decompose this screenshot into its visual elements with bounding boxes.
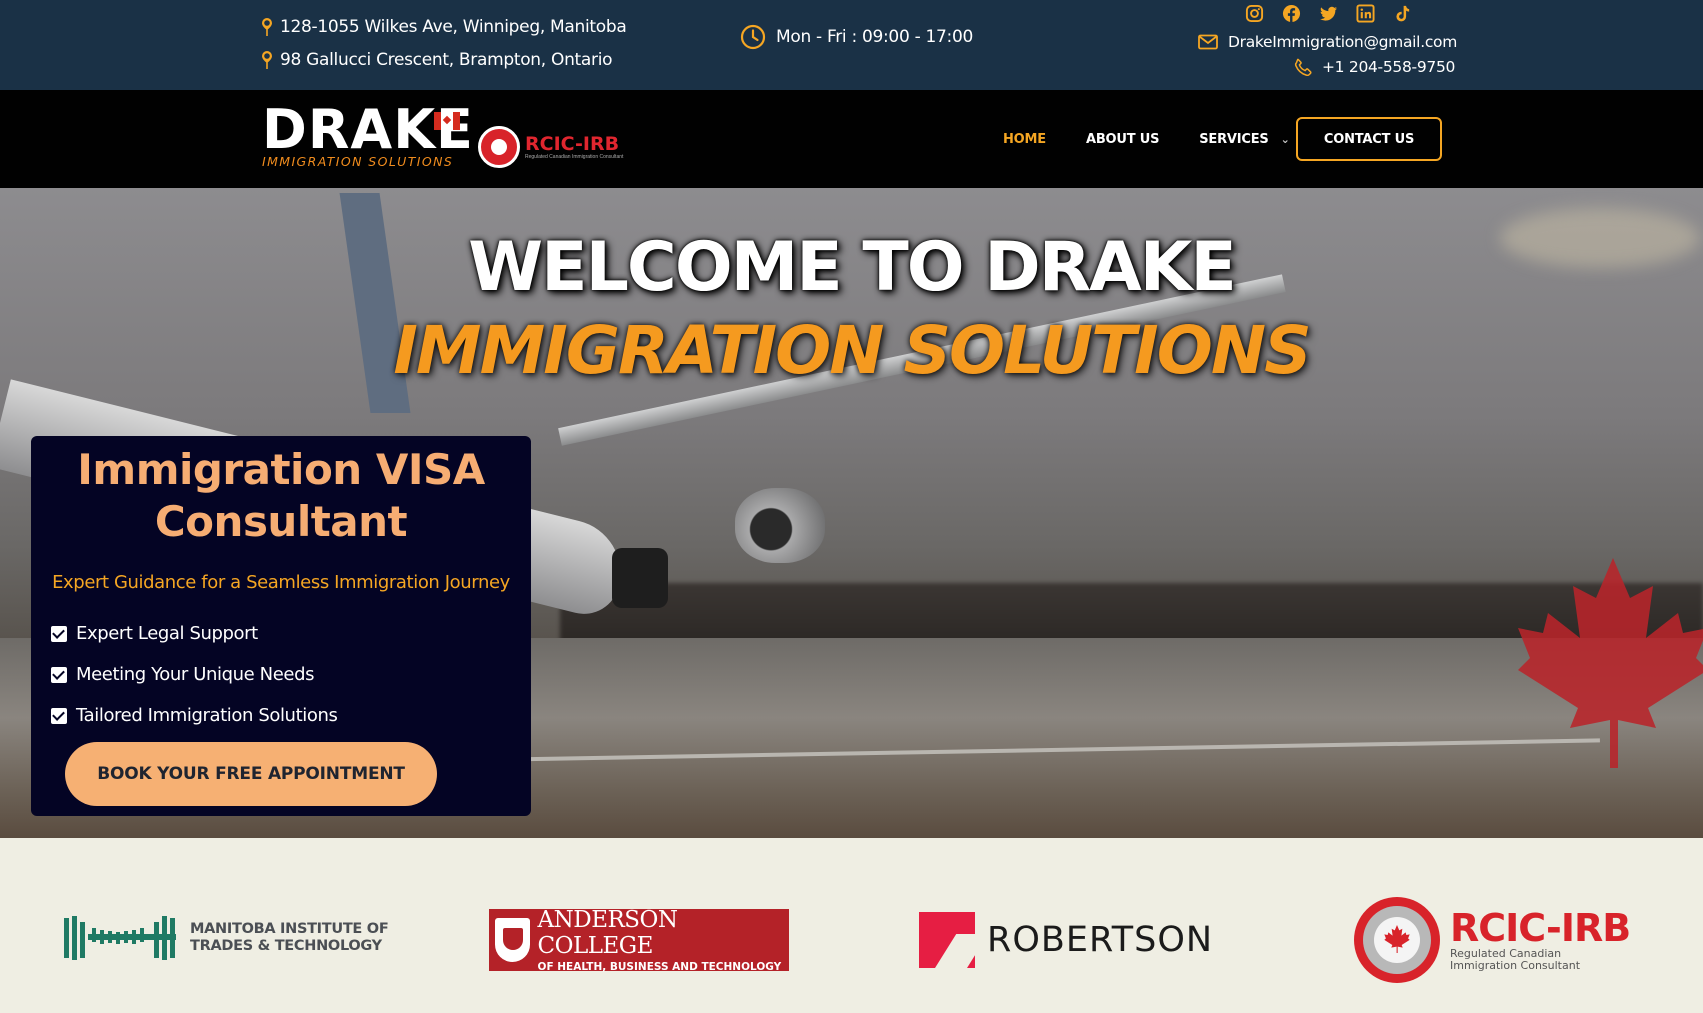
nav-item-services[interactable]: SERVICES ⌄ [1199,132,1290,147]
email-contact[interactable]: DrakeImmigration@gmail.com [1198,33,1457,51]
business-hours: Mon - Fri : 09:00 - 17:00 [740,24,973,50]
mitt-name-line1: MANITOBA INSTITUTE OF [190,921,389,937]
rcic-seal-icon [1354,897,1440,983]
maple-leaf-icon [1384,925,1410,953]
hero-title-line2: IMMIGRATION SOLUTIONS [393,312,1311,389]
email-text: DrakeImmigration@gmail.com [1228,33,1458,51]
card-tagline: Expert Guidance for a Seamless Immigrati… [52,572,510,593]
checkbox-checked-icon [51,707,67,724]
phone-contact[interactable]: +1 204-558-9750 [1294,58,1455,76]
checkbox-checked-icon [51,666,67,683]
canada-flag-icon [434,112,460,130]
rcic-badge-sub: Regulated Canadian Immigration Consultan… [525,154,624,160]
mitt-bars-icon [64,916,176,960]
robertson-logo[interactable]: ROBERTSON [919,912,1213,968]
checklist-item: Tailored Immigration Solutions [51,695,338,736]
robertson-name: ROBERTSON [987,920,1214,960]
anderson-crest-icon [495,918,530,962]
location-pin-icon [262,17,272,36]
feature-checklist: Expert Legal Support Meeting Your Unique… [51,613,338,736]
logo-subtitle: IMMIGRATION SOLUTIONS [262,154,454,169]
rcic-irb-logo[interactable]: RCIC-IRB Regulated Canadian Immigration … [1354,897,1631,983]
partner-logos-strip: MANITOBA INSTITUTE OF TRADES & TECHNOLOG… [0,838,1703,1013]
main-navbar: DRAKE IMMIGRATION SOLUTIONS RCIC-IRB Reg… [0,90,1703,188]
nav-item-about-us[interactable]: ABOUT US [1086,132,1159,147]
hero-title-line1: WELCOME TO DRAKE [468,228,1237,307]
maple-leaf-icon [1518,558,1703,768]
primary-nav: HOME ABOUT US SERVICES ⌄ [1003,132,1330,147]
instagram-icon[interactable] [1245,4,1264,23]
checklist-label: Meeting Your Unique Needs [76,664,315,685]
nav-item-home[interactable]: HOME [1003,132,1046,147]
book-appointment-button[interactable]: BOOK YOUR FREE APPOINTMENT [65,742,437,806]
top-info-bar: 128-1055 Wilkes Ave, Winnipeg, Manitoba … [0,0,1703,90]
checkbox-checked-icon [51,625,67,642]
checklist-label: Expert Legal Support [76,623,258,644]
logo-wordmark: DRAKE [262,98,474,161]
phone-icon [1294,58,1312,76]
rcic-title: RCIC-IRB [1450,906,1631,950]
address-item-winnipeg: 128-1055 Wilkes Ave, Winnipeg, Manitoba [260,10,627,43]
twitter-icon[interactable] [1319,4,1338,23]
address-list: 128-1055 Wilkes Ave, Winnipeg, Manitoba … [260,10,627,76]
mitt-logo[interactable]: MANITOBA INSTITUTE OF TRADES & TECHNOLOG… [64,916,389,960]
checklist-label: Tailored Immigration Solutions [76,705,338,726]
address-item-brampton: 98 Gallucci Crescent, Brampton, Ontario [260,43,627,76]
anderson-college-logo[interactable]: ANDERSON COLLEGE OF HEALTH, BUSINESS AND… [489,907,789,973]
airplane-engine [735,488,825,563]
drake-logo[interactable]: DRAKE IMMIGRATION SOLUTIONS [262,98,474,170]
checklist-item: Meeting Your Unique Needs [51,654,337,695]
nav-item-label: SERVICES [1199,132,1269,147]
hours-text: Mon - Fri : 09:00 - 17:00 [776,27,973,47]
card-heading: Immigration VISA Consultant [31,444,531,548]
contact-us-button[interactable]: CONTACT US [1296,117,1442,161]
phone-text: +1 204-558-9750 [1322,58,1456,76]
robertson-mark-icon [919,912,975,968]
facebook-icon[interactable] [1282,4,1301,23]
anderson-name: ANDERSON COLLEGE [537,907,679,959]
social-links [1245,4,1412,23]
visa-consultant-card: Immigration VISA Consultant Expert Guida… [31,436,531,816]
card-heading-line1: Immigration VISA [77,445,485,494]
mitt-name-line2: TRADES & TECHNOLOGY [190,938,382,954]
location-pin-icon [262,50,272,69]
rcic-seal-icon [478,126,520,168]
address-text: 98 Gallucci Crescent, Brampton, Ontario [280,49,613,70]
checklist-item: Expert Legal Support [51,613,337,654]
chevron-down-icon: ⌄ [1280,133,1290,146]
airplane-landing-gear [612,548,668,608]
anderson-subtitle: OF HEALTH, BUSINESS AND TECHNOLOGY [537,961,782,973]
rcic-subtitle-line2: Immigration Consultant [1450,959,1581,972]
rcic-badge-title: RCIC-IRB [525,133,620,155]
hero-section: WELCOME TO DRAKE IMMIGRATION SOLUTIONS I… [0,188,1703,838]
rcic-irb-badge: RCIC-IRB Regulated Canadian Immigration … [478,126,623,168]
address-text: 128-1055 Wilkes Ave, Winnipeg, Manitoba [280,16,627,37]
envelope-icon [1198,34,1218,50]
linkedin-icon[interactable] [1356,4,1375,23]
card-heading-line2: Consultant [154,497,408,546]
clock-icon [740,24,766,50]
tiktok-icon[interactable] [1393,4,1412,23]
